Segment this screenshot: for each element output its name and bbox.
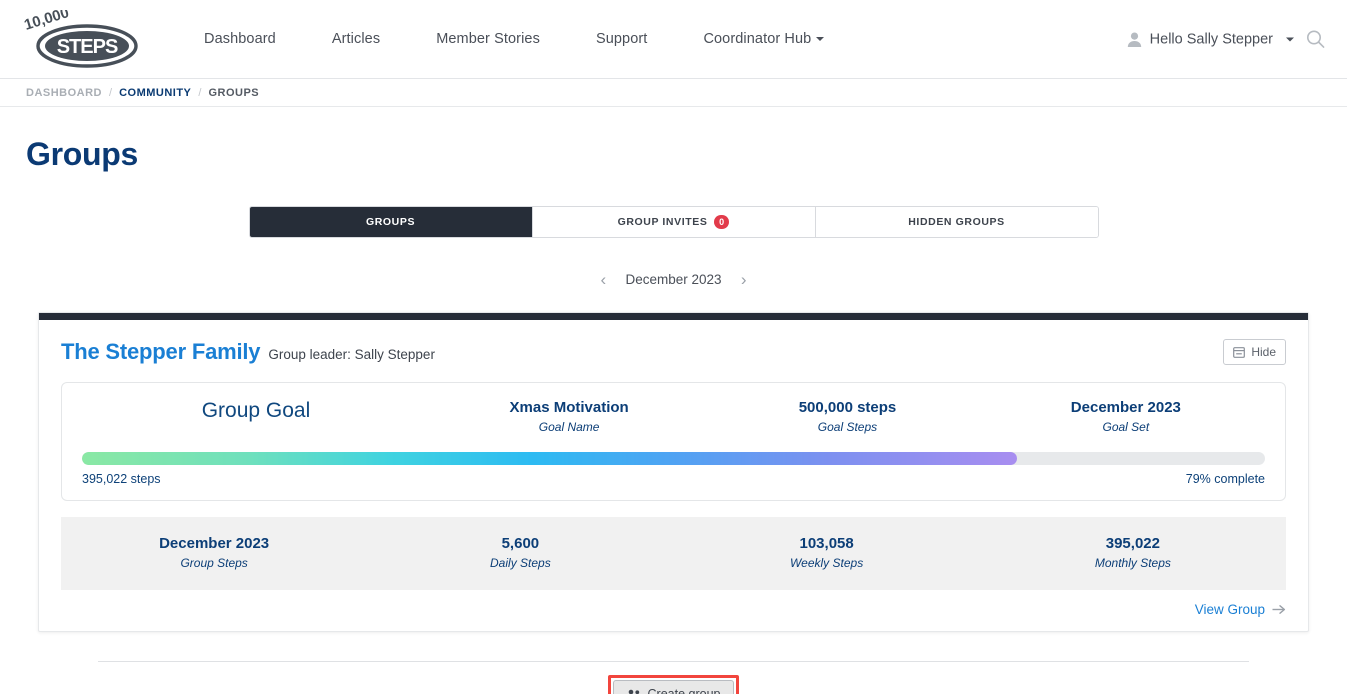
breadcrumb-separator: / — [198, 86, 202, 99]
page-title: Groups — [26, 136, 138, 172]
group-card-header: The Stepper Family Group leader: Sally S… — [39, 320, 1308, 365]
group-card: The Stepper Family Group leader: Sally S… — [38, 312, 1309, 632]
chevron-left-icon[interactable]: ‹ — [601, 271, 607, 288]
tab-hidden-groups[interactable]: HIDDEN GROUPS — [815, 207, 1098, 237]
month-label: December 2023 — [625, 271, 722, 287]
svg-text:10,000: 10,000 — [24, 10, 71, 34]
create-group-area: Create group — [26, 675, 1321, 694]
stat-value: 103,058 — [799, 535, 854, 552]
chevron-right-icon[interactable]: › — [741, 271, 747, 288]
create-group-button[interactable]: Create group — [612, 680, 735, 694]
view-group-link[interactable]: View Group — [1195, 602, 1286, 617]
goal-progress-fill — [82, 452, 1017, 465]
groups-tab-bar: GROUPS GROUP INVITES 0 HIDDEN GROUPS — [248, 206, 1099, 238]
tab-label: HIDDEN GROUPS — [908, 216, 1005, 228]
hide-window-icon — [1233, 346, 1246, 358]
stat-value: 5,600 — [501, 535, 540, 552]
stat-value: 395,022 — [1105, 535, 1160, 552]
tab-groups[interactable]: GROUPS — [249, 207, 533, 237]
nav-item-support[interactable]: Support — [568, 23, 676, 55]
breadcrumb-separator: / — [109, 86, 113, 99]
stat-value: December 2023 — [159, 535, 270, 552]
section-divider — [98, 661, 1249, 662]
goal-label: Goal Steps — [817, 420, 878, 434]
create-group-label: Create group — [647, 687, 721, 694]
goal-panel-title: Group Goal — [201, 399, 311, 422]
stat-group-steps: December 2023 Group Steps — [61, 535, 367, 570]
nav-label: Dashboard — [204, 31, 276, 47]
group-leader-label: Group leader: Sally Stepper — [268, 347, 435, 362]
nav-item-articles[interactable]: Articles — [304, 23, 408, 55]
view-group-label: View Group — [1194, 602, 1265, 617]
nav-label: Support — [595, 31, 648, 47]
ten-thousand-steps-logo[interactable]: 10,000 STEPS — [24, 10, 142, 68]
nav-item-member-stories[interactable]: Member Stories — [408, 23, 568, 55]
search-icon[interactable] — [1306, 30, 1325, 49]
main-nav-links: Dashboard Articles Member Stories Suppor… — [176, 23, 852, 55]
nav-right-cluster: Hello Sally Stepper — [1127, 30, 1325, 49]
goal-summary-row: Group Goal Xmas Motivation Goal Name 500… — [82, 399, 1265, 434]
stat-label: Weekly Steps — [790, 556, 864, 570]
goal-value: December 2023 — [1070, 399, 1181, 416]
stat-label: Group Steps — [180, 556, 248, 570]
svg-text:STEPS: STEPS — [57, 36, 118, 58]
breadcrumb: DASHBOARD / COMMUNITY / GROUPS — [0, 79, 1347, 107]
top-navigation-bar: 10,000 STEPS Dashboard Articles Member S… — [0, 0, 1347, 79]
user-avatar-icon — [1127, 32, 1141, 47]
card-top-accent-bar — [39, 313, 1308, 320]
tab-label: GROUP INVITES — [617, 216, 708, 228]
people-group-icon — [628, 689, 639, 694]
goal-label: Goal Set — [1102, 420, 1150, 434]
breadcrumb-item-dashboard[interactable]: DASHBOARD — [26, 87, 102, 99]
stat-daily-steps: 5,600 Daily Steps — [367, 535, 673, 570]
stat-weekly-steps: 103,058 Weekly Steps — [674, 535, 980, 570]
hide-group-button[interactable]: Hide — [1223, 339, 1286, 365]
stat-monthly-steps: 395,022 Monthly Steps — [980, 535, 1286, 570]
progress-percent-label: 79% complete — [1185, 472, 1265, 486]
nav-item-dashboard[interactable]: Dashboard — [176, 23, 304, 55]
user-greeting-label: Hello Sally Stepper — [1149, 31, 1273, 47]
tab-label: GROUPS — [365, 216, 416, 228]
group-stats-row: December 2023 Group Steps 5,600 Daily St… — [61, 517, 1286, 590]
group-invites-badge: 0 — [714, 215, 730, 229]
goal-label: Goal Name — [538, 420, 600, 434]
goal-field-goal-steps: 500,000 steps Goal Steps — [708, 399, 986, 434]
goal-value: Xmas Motivation — [509, 399, 629, 416]
user-menu[interactable]: Hello Sally Stepper — [1127, 31, 1294, 47]
goal-field-goal-name: Xmas Motivation Goal Name — [430, 399, 708, 434]
breadcrumb-item-groups: GROUPS — [208, 86, 260, 99]
breadcrumb-item-community[interactable]: COMMUNITY — [119, 87, 191, 99]
stat-label: Monthly Steps — [1094, 556, 1171, 570]
group-card-footer: View Group — [39, 590, 1308, 631]
nav-item-coordinator-hub[interactable]: Coordinator Hub — [675, 23, 852, 55]
goal-progress-labels: 395,022 steps 79% complete — [82, 472, 1265, 486]
progress-steps-label: 395,022 steps — [82, 472, 161, 486]
chevron-down-icon — [1286, 37, 1294, 41]
nav-label: Coordinator Hub — [703, 31, 812, 47]
goal-field-goal-set: December 2023 Goal Set — [987, 399, 1265, 434]
goal-panel-title-col: Group Goal — [82, 399, 430, 423]
hide-button-label: Hide — [1251, 345, 1276, 359]
arrow-right-icon — [1272, 605, 1286, 614]
tab-group-invites[interactable]: GROUP INVITES 0 — [532, 207, 816, 237]
stat-label: Daily Steps — [490, 556, 551, 570]
nav-label: Articles — [331, 31, 381, 47]
month-navigator: ‹ December 2023 › — [589, 264, 759, 294]
nav-label: Member Stories — [436, 31, 540, 47]
group-name[interactable]: The Stepper Family — [61, 339, 261, 365]
chevron-down-icon — [816, 37, 825, 42]
group-goal-panel: Group Goal Xmas Motivation Goal Name 500… — [61, 382, 1286, 501]
page-body: Groups GROUPS GROUP INVITES 0 HIDDEN GRO… — [0, 136, 1347, 694]
goal-progress-wrap: 395,022 steps 79% complete — [82, 452, 1265, 486]
goal-value: 500,000 steps — [798, 399, 897, 416]
create-group-highlight-box: Create group — [607, 675, 740, 694]
group-title-line: The Stepper Family Group leader: Sally S… — [61, 339, 435, 365]
goal-progress-track — [82, 452, 1265, 465]
